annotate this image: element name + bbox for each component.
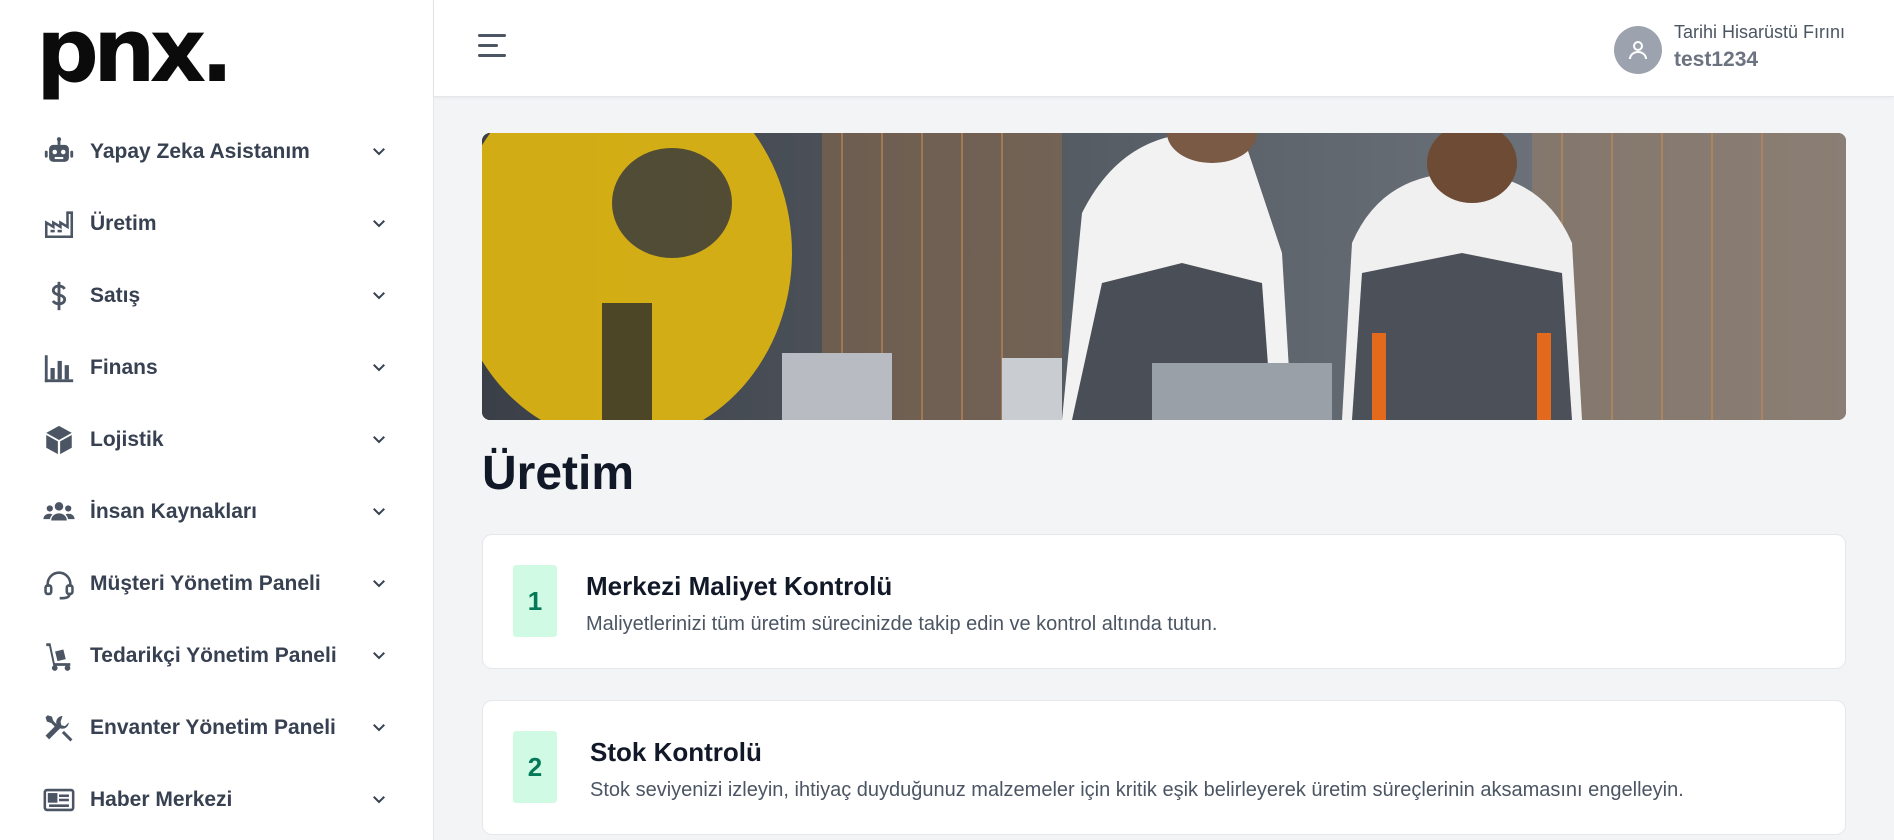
step-title: Merkezi Maliyet Kontrolü (586, 571, 893, 601)
sidebar-item-label: Yapay Zeka Asistanım (90, 140, 310, 163)
sidebar-item-logistics[interactable]: Lojistik (0, 404, 434, 476)
headset-icon (40, 565, 78, 603)
chevron-down-icon (370, 790, 388, 808)
sidebar-item-sales[interactable]: Satış (0, 260, 434, 332)
step-description: Stok seviyenizi izleyin, ihtiyaç duyduğu… (590, 779, 1684, 801)
step-card-1[interactable]: 1 Merkezi Maliyet Kontrolü Maliyetlerini… (482, 534, 1846, 669)
chevron-down-icon (370, 718, 388, 736)
sidebar-item-news-center[interactable]: Haber Merkezi (0, 764, 434, 836)
page-title: Üretim (482, 447, 635, 500)
hand-truck-icon (40, 637, 78, 675)
organization-name: Tarihi Hisarüstü Fırını (1674, 22, 1846, 42)
sidebar: pnx. Yapay Zeka Asistanım Üretim Satış F… (0, 0, 434, 840)
avatar[interactable] (1614, 26, 1662, 74)
chevron-down-icon (370, 646, 388, 664)
robot-icon (40, 133, 78, 171)
sidebar-item-label: Lojistik (90, 428, 164, 451)
hero-image (482, 133, 1846, 420)
step-card-2[interactable]: 2 Stok Kontrolü Stok seviyenizi izleyin,… (482, 700, 1846, 835)
dollar-icon (40, 277, 78, 315)
chevron-down-icon (370, 358, 388, 376)
sidebar-item-label: Satış (90, 284, 141, 307)
menu-toggle-icon[interactable] (478, 34, 508, 62)
factory-icon (40, 205, 78, 243)
brand-logo[interactable]: pnx. (36, 6, 236, 96)
chevron-down-icon (370, 286, 388, 304)
sidebar-item-label: Haber Merkezi (90, 788, 233, 811)
step-title: Stok Kontrolü (590, 737, 762, 767)
chevron-down-icon (370, 430, 388, 448)
sidebar-nav: Yapay Zeka Asistanım Üretim Satış Finans (0, 116, 434, 836)
sidebar-item-label: İnsan Kaynakları (90, 500, 257, 523)
step-number-badge: 2 (513, 731, 557, 803)
step-number-badge: 1 (513, 565, 557, 637)
top-bar: Tarihi Hisarüstü Fırını test1234 (434, 0, 1894, 97)
user-icon (1629, 41, 1647, 60)
sidebar-item-label: Müşteri Yönetim Paneli (90, 572, 321, 595)
username[interactable]: test1234 (1674, 48, 1758, 72)
sidebar-item-label: Envanter Yönetim Paneli (90, 716, 336, 739)
chevron-down-icon (370, 142, 388, 160)
newspaper-icon (40, 781, 78, 819)
sidebar-item-hr[interactable]: İnsan Kaynakları (0, 476, 434, 548)
bar-chart-icon (40, 349, 78, 387)
sidebar-item-inventory-panel[interactable]: Envanter Yönetim Paneli (0, 692, 434, 764)
sidebar-item-finance[interactable]: Finans (0, 332, 434, 404)
sidebar-item-label: Tedarikçi Yönetim Paneli (90, 644, 337, 667)
chevron-down-icon (370, 502, 388, 520)
sidebar-item-customer-panel[interactable]: Müşteri Yönetim Paneli (0, 548, 434, 620)
chevron-down-icon (370, 574, 388, 592)
box-icon (40, 421, 78, 459)
tools-icon (40, 709, 78, 747)
sidebar-item-label: Üretim (90, 212, 157, 235)
step-description: Maliyetlerinizi tüm üretim sürecinizde t… (586, 613, 1218, 635)
sidebar-item-production[interactable]: Üretim (0, 188, 434, 260)
users-icon (40, 493, 78, 531)
sidebar-item-label: Finans (90, 356, 158, 379)
sidebar-item-supplier-panel[interactable]: Tedarikçi Yönetim Paneli (0, 620, 434, 692)
sidebar-item-ai-assistant[interactable]: Yapay Zeka Asistanım (0, 116, 434, 188)
chevron-down-icon (370, 214, 388, 232)
